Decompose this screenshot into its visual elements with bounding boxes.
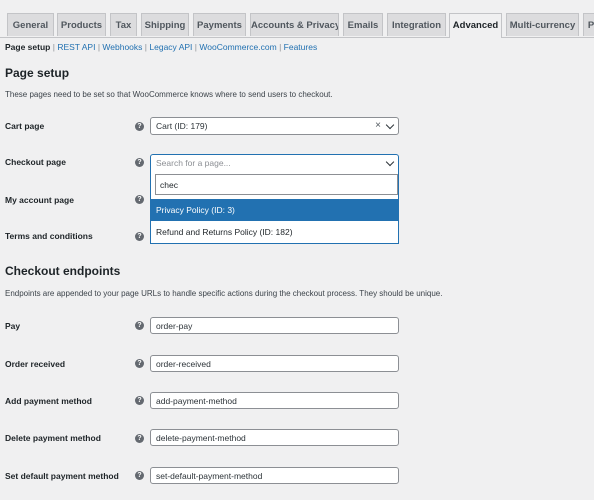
pay-endpoint-label: Pay <box>5 321 21 331</box>
page-setup-heading: Page setup <box>5 66 70 80</box>
tab-tax[interactable]: Tax <box>110 13 137 36</box>
order-received-endpoint-input[interactable] <box>150 355 399 372</box>
pay-endpoint-input[interactable] <box>150 317 399 334</box>
section-subnav: Page setup | REST API | Webhooks | Legac… <box>5 42 317 52</box>
chevron-down-icon <box>385 120 395 130</box>
subnav-separator: | <box>279 42 282 52</box>
page-setup-description: These pages need to be set so that WooCo… <box>5 90 333 99</box>
delete-payment-method-endpoint-input[interactable] <box>150 429 399 446</box>
help-icon[interactable]: ? <box>135 158 144 167</box>
my-account-page-label: My account page <box>5 195 74 205</box>
help-icon[interactable]: ? <box>135 434 144 443</box>
tab-accounts-privacy[interactable]: Accounts & Privacy <box>250 13 339 36</box>
terms-page-label: Terms and conditions <box>5 231 93 241</box>
tab-more[interactable]: P <box>583 13 594 36</box>
tab-general[interactable]: General <box>7 13 54 36</box>
checkout-page-placeholder: Search for a page... <box>156 158 231 168</box>
delete-payment-method-endpoint-label: Delete payment method <box>5 433 101 443</box>
set-default-payment-method-endpoint-label: Set default payment method <box>5 471 119 481</box>
tab-advanced[interactable]: Advanced <box>449 13 502 38</box>
checkout-page-dropdown: Privacy Policy (ID: 3) Refund and Return… <box>150 171 399 244</box>
checkout-endpoints-heading: Checkout endpoints <box>5 264 121 278</box>
subnav-separator: | <box>97 42 101 52</box>
page-search-input[interactable] <box>155 174 398 195</box>
help-icon[interactable]: ? <box>135 471 144 480</box>
cart-page-select[interactable]: Cart (ID: 179) × <box>150 117 399 135</box>
help-icon[interactable]: ? <box>135 321 144 330</box>
subnav-features[interactable]: Features <box>284 42 318 52</box>
dropdown-option-privacy-policy[interactable]: Privacy Policy (ID: 3) <box>151 199 398 221</box>
tab-multi-currency[interactable]: Multi-currency <box>506 13 579 36</box>
subnav-page-setup: Page setup <box>5 42 51 52</box>
tab-shipping[interactable]: Shipping <box>141 13 189 36</box>
checkout-page-select[interactable]: Search for a page... <box>150 154 399 172</box>
help-icon[interactable]: ? <box>135 195 144 204</box>
subnav-separator: | <box>52 42 55 52</box>
help-icon[interactable]: ? <box>135 232 144 241</box>
cart-page-label: Cart page <box>5 121 45 131</box>
help-icon[interactable]: ? <box>135 396 144 405</box>
settings-tabs: General Products Tax Shipping Payments A… <box>0 0 594 38</box>
checkout-page-label: Checkout page <box>5 157 66 167</box>
help-icon[interactable]: ? <box>135 359 144 368</box>
cart-page-value: Cart (ID: 179) <box>156 121 208 131</box>
tab-integration[interactable]: Integration <box>387 13 446 36</box>
checkout-endpoints-description: Endpoints are appended to your page URLs… <box>5 289 443 298</box>
clear-selection-icon[interactable]: × <box>375 120 381 131</box>
subnav-separator: | <box>144 42 148 52</box>
tab-payments[interactable]: Payments <box>193 13 246 36</box>
subnav-woocommerce-com[interactable]: WooCommerce.com <box>199 42 276 52</box>
add-payment-method-endpoint-input[interactable] <box>150 392 399 409</box>
subnav-separator: | <box>194 42 197 52</box>
subnav-webhooks[interactable]: Webhooks <box>102 42 142 52</box>
chevron-down-icon <box>385 157 395 167</box>
subnav-rest-api[interactable]: REST API <box>57 42 95 52</box>
tab-products[interactable]: Products <box>57 13 106 36</box>
subnav-legacy-api[interactable]: Legacy API <box>149 42 192 52</box>
set-default-payment-method-endpoint-input[interactable] <box>150 467 399 484</box>
help-icon[interactable]: ? <box>135 122 144 131</box>
tab-emails[interactable]: Emails <box>343 13 383 36</box>
dropdown-option-refund-returns-policy[interactable]: Refund and Returns Policy (ID: 182) <box>151 221 398 243</box>
add-payment-method-endpoint-label: Add payment method <box>5 396 92 406</box>
order-received-endpoint-label: Order received <box>5 359 66 369</box>
